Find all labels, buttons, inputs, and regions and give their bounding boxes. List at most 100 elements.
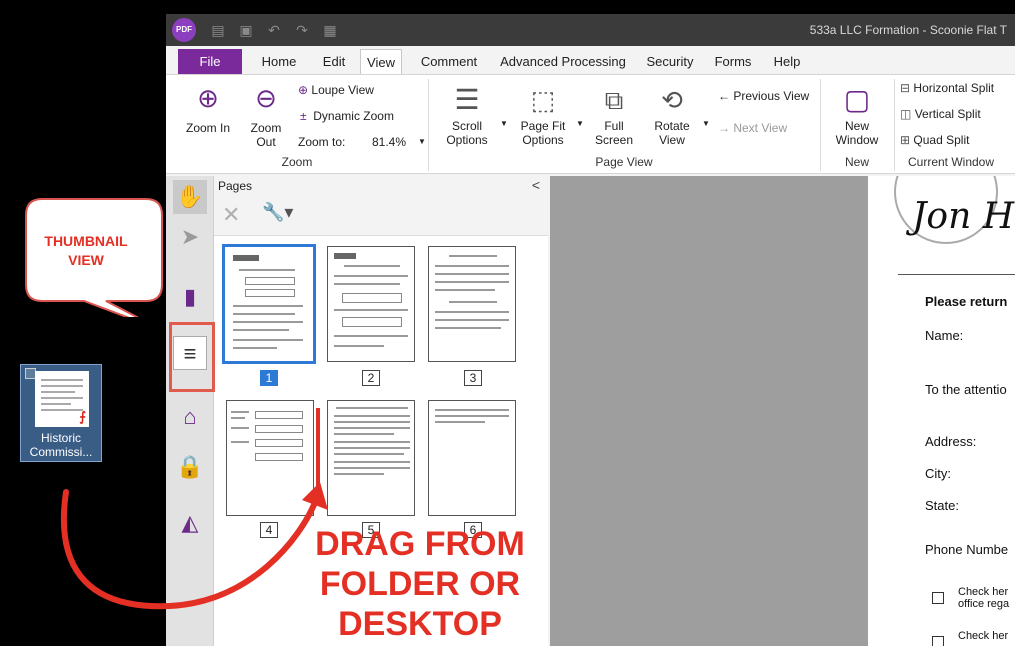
page-thumbnail[interactable]: [226, 400, 314, 516]
doc-check-text: Check her: [958, 630, 1009, 642]
pages-panel-header: Pages < ✕ 🔧▾: [214, 176, 548, 236]
page-thumbnail[interactable]: [327, 246, 415, 362]
tab-file[interactable]: File: [178, 49, 242, 74]
tab-forms[interactable]: Forms: [712, 49, 754, 74]
desktop-file-label: Historic Commissi...: [29, 431, 93, 459]
page-fit-icon: ⬚: [530, 85, 556, 115]
drag-instruction-text: DRAG FROM FOLDER OR DESKTOP: [315, 525, 525, 643]
loupe-view-button[interactable]: ⊕ Loupe View: [298, 83, 374, 97]
page-thumbnail[interactable]: [222, 244, 316, 364]
doc-name-label: Name:: [925, 328, 964, 343]
new-window-button[interactable]: ▢ New Window: [826, 81, 888, 147]
dynamic-zoom-button[interactable]: ± Dynamic Zoom: [300, 109, 394, 123]
tab-comment[interactable]: Comment: [416, 49, 482, 74]
scroll-options-dropdown-icon[interactable]: ▼: [500, 119, 508, 128]
pages-panel-title: Pages: [218, 179, 253, 193]
left-tool-strip: ✋ ➤ ▮ ≡ ⌂ 🔒 ◭: [166, 176, 214, 646]
page-thumbnail[interactable]: [327, 400, 415, 516]
rotate-dropdown-icon[interactable]: ▼: [702, 119, 710, 128]
zoom-level-field[interactable]: 81.4%: [346, 133, 406, 151]
customize-toolbar-icon[interactable]: ▦: [322, 22, 338, 38]
hand-tool-icon[interactable]: ✋: [173, 180, 207, 214]
rotate-view-icon: ⟲: [661, 85, 683, 115]
signature: Jon H: [912, 196, 1015, 237]
tab-edit[interactable]: Edit: [318, 49, 350, 74]
tab-security[interactable]: Security: [642, 49, 698, 74]
scroll-options-icon: ☰: [454, 84, 480, 115]
redo-icon[interactable]: ↷: [294, 22, 310, 38]
zoom-out-icon: ⊖: [255, 83, 277, 113]
scroll-options-button[interactable]: ☰ Scroll Options: [436, 81, 498, 147]
select-pointer-icon[interactable]: ➤: [173, 220, 207, 254]
save-icon[interactable]: ▣: [238, 22, 254, 38]
full-screen-icon: ⧉: [604, 85, 624, 115]
loupe-icon: ⊕: [298, 83, 309, 97]
page-fit-options-button[interactable]: ⬚ Page Fit Options: [512, 81, 574, 147]
divider: [898, 274, 1015, 275]
new-window-icon: ▢: [843, 84, 871, 115]
screen: ⨍ Historic Commissi... PDF ▤ ▣ ↶ ↷ ▦ 533…: [0, 0, 1015, 646]
window-title: 533a LLC Formation - Scoonie Flat T: [809, 23, 1007, 37]
doc-check-text: Check her: [958, 586, 1009, 598]
vertical-split-button[interactable]: ◫ Vertical Split: [900, 107, 981, 121]
callout-text: THUMBNAIL VIEW: [44, 233, 128, 268]
zoom-out-button[interactable]: ⊖ Zoom Out: [246, 81, 286, 149]
app-logo-icon: PDF: [172, 18, 196, 42]
quad-split-button[interactable]: ⊞ Quad Split: [900, 133, 969, 147]
next-view-button[interactable]: → Next View: [718, 121, 787, 135]
pages-icon-highlight: [169, 322, 215, 392]
page-number-label: 1: [260, 370, 278, 386]
document-page[interactable]: Jon H Please return Name: To the attenti…: [868, 176, 1015, 646]
zoom-group-label: Zoom: [281, 155, 313, 169]
image-icon[interactable]: ◭: [173, 506, 207, 540]
page-number-label: 2: [362, 370, 380, 386]
tab-advanced-processing[interactable]: Advanced Processing: [498, 49, 628, 74]
ribbon: ⊕ Zoom In ⊖ Zoom Out ⊕ Loupe View ± Dyna…: [166, 74, 1015, 174]
tab-view[interactable]: View: [360, 49, 402, 74]
dynamic-zoom-icon: ±: [300, 109, 307, 123]
pdf-icon: ⨍: [79, 409, 86, 424]
open-folder-icon[interactable]: ▤: [210, 22, 226, 38]
page-number-label: 3: [464, 370, 482, 386]
horizontal-split-icon: ⊟: [900, 81, 911, 95]
rotate-view-button[interactable]: ⟲ Rotate View: [646, 81, 698, 147]
title-bar: PDF ▤ ▣ ↶ ↷ ▦ 533a LLC Formation - Scoon…: [166, 14, 1015, 46]
bookmarks-icon[interactable]: ▮: [173, 280, 207, 314]
stamp-icon[interactable]: ⌂: [173, 400, 207, 434]
insert-position-marker: [316, 408, 320, 504]
delete-page-icon[interactable]: ✕: [222, 202, 240, 228]
doc-check-text: office rega: [958, 598, 1010, 610]
doc-checkbox[interactable]: [932, 636, 944, 646]
page-view-group-label: Page View: [595, 155, 653, 169]
quad-split-icon: ⊞: [900, 133, 911, 147]
previous-view-button[interactable]: ← Previous View: [718, 89, 809, 103]
doc-checkbox[interactable]: [932, 592, 944, 604]
horizontal-split-button[interactable]: ⊟ Horizontal Split: [900, 81, 994, 95]
collapse-panel-icon[interactable]: <: [532, 177, 540, 193]
tab-home[interactable]: Home: [256, 49, 302, 74]
pdf-file-thumbnail: ⨍: [35, 371, 89, 427]
zoom-dropdown-icon[interactable]: ▼: [418, 137, 426, 146]
doc-state-label: State:: [925, 498, 959, 513]
zoom-in-button[interactable]: ⊕ Zoom In: [180, 81, 236, 135]
wrench-options-icon[interactable]: 🔧▾: [262, 202, 293, 223]
doc-city-label: City:: [925, 466, 951, 481]
current-window-group-label: Current Window: [907, 155, 995, 169]
arrow-left-icon: ←: [718, 89, 730, 103]
page-thumbnail[interactable]: [428, 246, 516, 362]
zoom-to-label: Zoom to:: [298, 135, 346, 149]
full-screen-button[interactable]: ⧉ Full Screen: [586, 81, 642, 147]
document-canvas[interactable]: [550, 176, 868, 646]
desktop-file-icon[interactable]: ⨍ Historic Commissi...: [20, 364, 102, 462]
doc-phone-label: Phone Numbe: [925, 542, 1009, 557]
doc-address-label: Address:: [925, 434, 977, 449]
doc-heading: Please return: [925, 294, 1008, 309]
page-fit-dropdown-icon[interactable]: ▼: [576, 119, 584, 128]
undo-icon[interactable]: ↶: [266, 22, 282, 38]
vertical-split-icon: ◫: [900, 107, 912, 121]
pdf-editor-window: PDF ▤ ▣ ↶ ↷ ▦ 533a LLC Formation - Scoon…: [166, 14, 1015, 646]
doc-attention-label: To the attentio: [925, 382, 1007, 397]
page-thumbnail[interactable]: [428, 400, 516, 516]
lock-icon[interactable]: 🔒: [173, 450, 207, 484]
tab-help[interactable]: Help: [770, 49, 804, 74]
